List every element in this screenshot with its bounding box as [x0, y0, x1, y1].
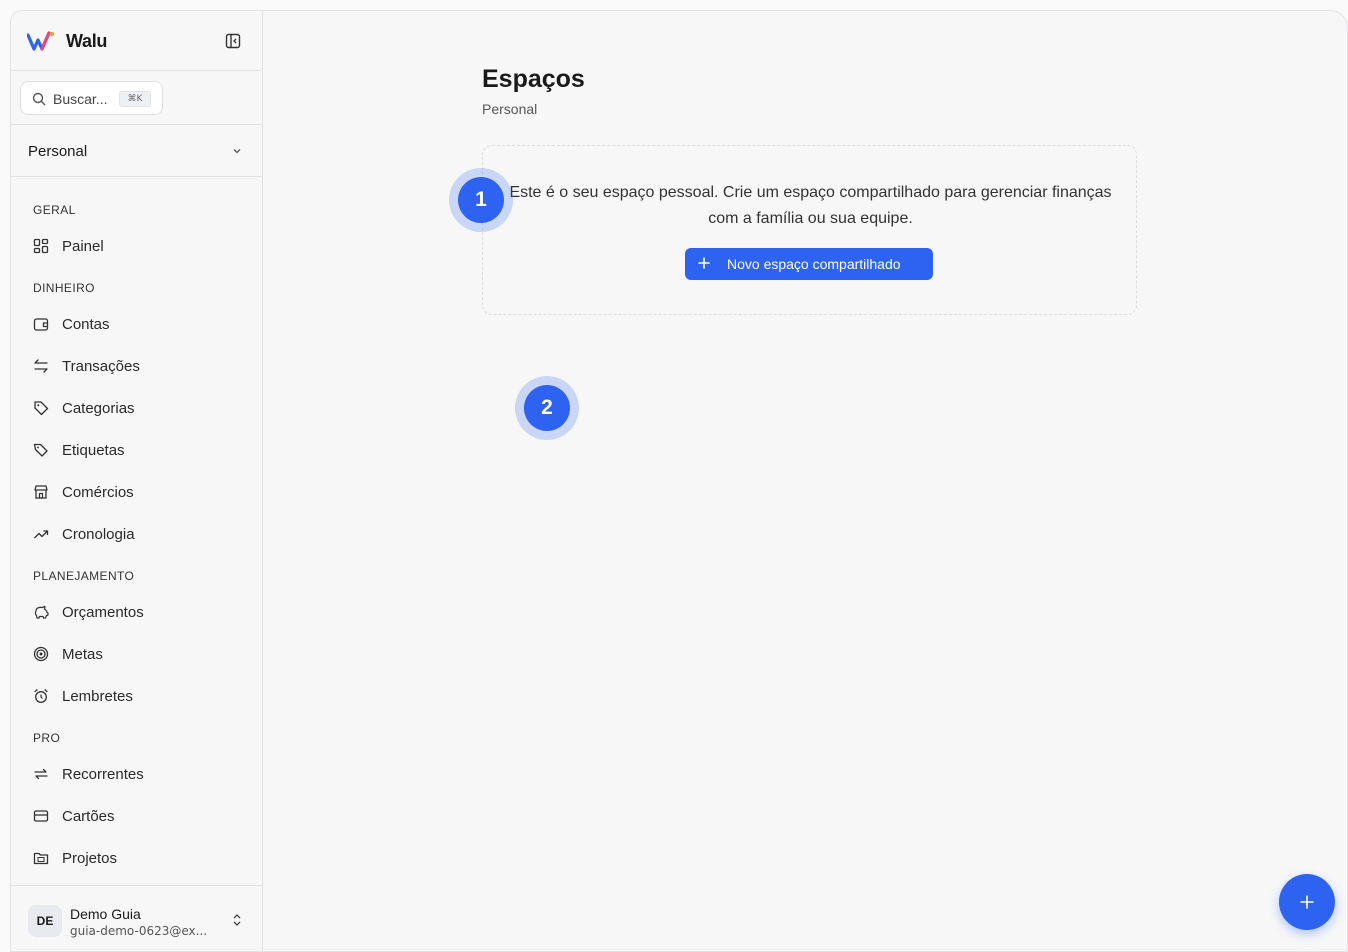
new-shared-space-button[interactable]: Novo espaço compartilhado: [685, 248, 933, 280]
sidebar-item-metas[interactable]: Metas: [23, 637, 251, 671]
arrows-left-right-icon: [34, 359, 48, 373]
search-icon: [32, 92, 46, 106]
sidebar-item-label: Comércios: [62, 484, 134, 501]
alarm-clock-icon: [34, 689, 48, 703]
workspace-label: Personal: [28, 143, 88, 160]
workspace-selector[interactable]: Personal: [11, 125, 263, 177]
section-title-planejamento: PLANEJAMENTO: [33, 569, 135, 583]
wallet-icon: [33, 318, 49, 331]
user-email: guia-demo-0623@ex...: [70, 924, 208, 938]
sidebar-item-painel[interactable]: Painel: [23, 229, 251, 263]
sidebar-item-cartoes[interactable]: Cartões: [23, 799, 251, 833]
store-icon: [34, 485, 48, 499]
chevron-down-icon: [233, 149, 241, 154]
empty-state-card: Este é o seu espaço pessoal. Crie um esp…: [482, 145, 1137, 315]
sidebar-item-label: Cartões: [62, 808, 115, 825]
sidebar-item-cronologia[interactable]: Cronologia: [23, 517, 251, 551]
search-placeholder: Buscar...: [53, 91, 108, 107]
target-icon: [33, 646, 49, 662]
sidebar-item-transacoes[interactable]: Transações: [23, 349, 251, 383]
chevron-up-down-icon: [233, 914, 241, 926]
search-shortcut: ⌘K: [119, 91, 151, 107]
empty-state-message: Este é o seu espaço pessoal. Crie um esp…: [509, 184, 1112, 227]
trending-up-icon: [34, 530, 49, 539]
sidebar-item-label: Contas: [62, 316, 110, 333]
sidebar-item-contas[interactable]: Contas: [23, 307, 251, 341]
new-shared-space-label: Novo espaço compartilhado: [727, 256, 901, 272]
section-title-geral: GERAL: [33, 203, 76, 217]
step-marker-number: 2: [524, 385, 570, 431]
sidebar-item-label: Etiquetas: [62, 442, 125, 459]
walu-logo-icon: [27, 31, 55, 51]
search-input[interactable]: Buscar... ⌘K: [20, 81, 163, 115]
sidebar-item-recorrentes[interactable]: Recorrentes: [23, 757, 251, 791]
step-marker-1: 1: [449, 168, 513, 232]
sidebar-item-lembretes[interactable]: Lembretes: [23, 679, 251, 713]
sidebar-item-label: Orçamentos: [62, 604, 144, 621]
plus-icon: [698, 257, 710, 269]
sidebar-item-label: Categorias: [62, 400, 135, 417]
brand-name: Walu: [66, 31, 108, 51]
piggy-bank-icon: [34, 605, 49, 619]
repeat-icon: [34, 768, 48, 780]
page-title: Espaços: [482, 65, 585, 93]
sidebar-item-label: Projetos: [62, 850, 118, 867]
label-icon: [33, 443, 48, 457]
sidebar-item-label: Lembretes: [62, 688, 133, 705]
credit-card-icon: [33, 810, 49, 822]
plus-icon: [1300, 895, 1314, 909]
sidebar-item-orcamentos[interactable]: Orçamentos: [23, 595, 251, 629]
sidebar-item-categorias[interactable]: Categorias: [23, 391, 251, 425]
section-title-pro: PRO: [33, 731, 61, 745]
sidebar-item-label: Painel: [62, 238, 104, 255]
step-marker-number: 1: [458, 177, 504, 223]
tag-icon: [34, 401, 49, 416]
sidebar-item-etiquetas[interactable]: Etiquetas: [23, 433, 251, 467]
folder-icon: [33, 852, 49, 865]
page-subtitle: Personal: [482, 101, 538, 117]
section-title-dinheiro: DINHEIRO: [33, 281, 95, 295]
sidebar-item-comercios[interactable]: Comércios: [23, 475, 251, 509]
avatar: DE: [28, 905, 62, 937]
floating-add-button[interactable]: [1279, 874, 1335, 930]
sidebar-collapse-icon[interactable]: [225, 33, 241, 49]
sidebar-item-label: Metas: [62, 646, 103, 663]
sidebar-item-label: Cronologia: [62, 526, 135, 543]
app-window: Walu Buscar... ⌘K Personal GERAL Painel …: [10, 10, 1348, 952]
user-name: Demo Guia: [70, 906, 141, 922]
main-content: Espaços Personal Este é o seu espaço pes…: [264, 11, 1347, 951]
dashboard-icon: [33, 238, 49, 254]
search-area: Buscar... ⌘K: [11, 71, 263, 125]
sidebar: Walu Buscar... ⌘K Personal GERAL Painel …: [11, 11, 263, 951]
user-menu[interactable]: DE Demo Guia guia-demo-0623@ex...: [11, 885, 263, 951]
sidebar-item-label: Transações: [62, 358, 140, 375]
step-marker-2: 2: [515, 376, 579, 440]
sidebar-item-projetos[interactable]: Projetos: [23, 841, 251, 875]
brand-header: Walu: [11, 11, 263, 71]
sidebar-item-label: Recorrentes: [62, 766, 144, 783]
